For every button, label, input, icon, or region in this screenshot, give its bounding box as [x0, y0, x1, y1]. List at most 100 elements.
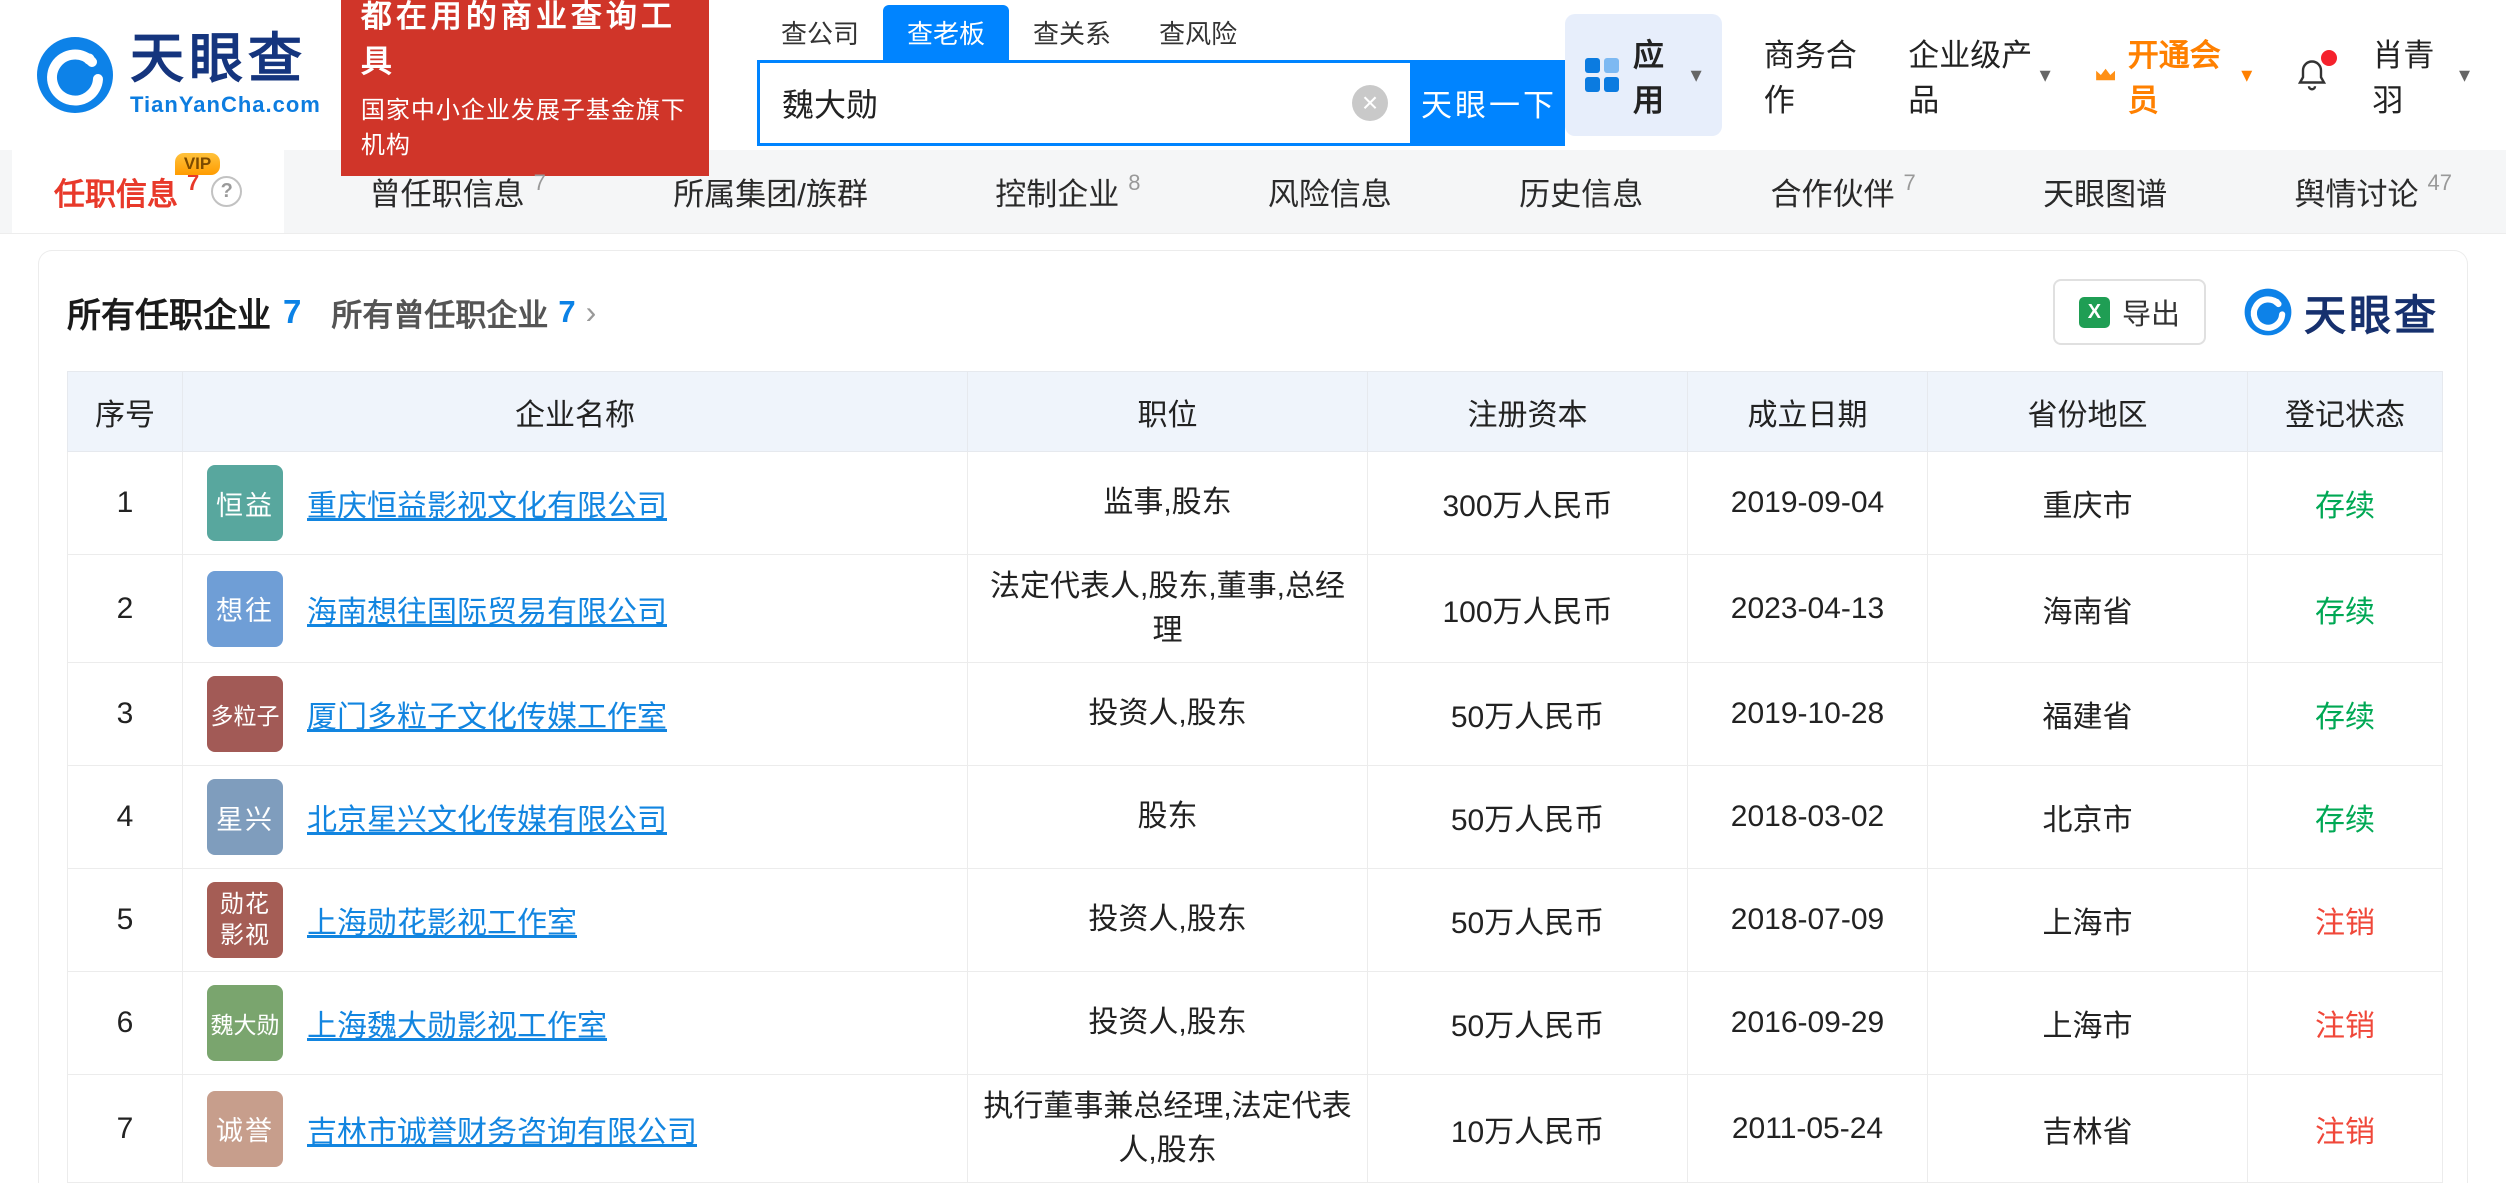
nav-tab-label: 任职信息: [54, 169, 178, 214]
status-badge: 注销: [2315, 907, 2375, 940]
watermark-logo: 天眼查: [2244, 282, 2439, 343]
region-cell: 北京市: [1928, 766, 2248, 869]
export-button[interactable]: X 导出: [2053, 279, 2206, 345]
nav-tab[interactable]: 控制企业 8: [953, 150, 1182, 233]
search-input[interactable]: [782, 84, 1352, 121]
status-badge: 注销: [2315, 1116, 2375, 1149]
search-box: × 天眼一下: [757, 60, 1565, 146]
nav-tab-count: 7: [534, 170, 546, 196]
top-bar: 天眼查 TianYanCha.com 都在用的商业查询工具 国家中小企业发展子基…: [0, 0, 2506, 150]
row-index-cell: 4: [68, 766, 183, 869]
search-tabs: 查公司查老板查关系查风险: [757, 5, 1565, 60]
position-cell: 投资人,股东: [968, 972, 1368, 1075]
table-row: 6魏大勋上海魏大勋影视工作室投资人,股东50万人民币2016-09-29上海市注…: [68, 972, 2443, 1075]
company-table: 序号企业名称职位注册资本成立日期省份地区登记状态 1恒益重庆恒益影视文化有限公司…: [67, 371, 2443, 1183]
status-cell: 注销: [2248, 1075, 2443, 1183]
open-vip-label: 开通会员: [2128, 30, 2226, 120]
vip-badge-icon: VIP: [175, 153, 220, 175]
search-button[interactable]: 天眼一下: [1413, 60, 1565, 146]
help-icon[interactable]: ?: [211, 176, 242, 207]
search-input-wrap: ×: [757, 60, 1413, 146]
status-badge: 存续: [2315, 596, 2375, 629]
region-cell: 上海市: [1928, 972, 2248, 1075]
company-wrap: 魏大勋上海魏大勋影视工作室: [207, 985, 959, 1061]
column-header: 序号: [68, 372, 183, 452]
table-row: 3多粒子厦门多粒子文化传媒工作室投资人,股东50万人民币2019-10-28福建…: [68, 663, 2443, 766]
company-link[interactable]: 重庆恒益影视文化有限公司: [307, 481, 667, 525]
nav-tab-label: 曾任职信息: [370, 169, 525, 214]
established-date-cell: 2011-05-24: [1688, 1075, 1928, 1183]
search-tab[interactable]: 查公司: [757, 5, 883, 60]
company-cell: 恒益重庆恒益影视文化有限公司: [183, 452, 968, 555]
nav-tab-label: 所属集团/族群: [673, 169, 868, 214]
open-vip-button[interactable]: 开通会员 ▾: [2093, 30, 2253, 120]
user-menu[interactable]: 肖青羽 ▾: [2372, 30, 2470, 120]
chevron-down-icon: ▾: [2459, 62, 2470, 88]
chevron-down-icon: ▾: [2040, 62, 2051, 88]
table-body: 1恒益重庆恒益影视文化有限公司监事,股东300万人民币2019-09-04重庆市…: [68, 452, 2443, 1183]
section-secondary-label: 所有曾任职企业: [331, 290, 548, 335]
nav-tab[interactable]: 天眼图谱: [2001, 150, 2209, 233]
status-cell: 注销: [2248, 869, 2443, 972]
chevron-right-icon: ›: [586, 294, 597, 331]
tianyancha-logo-icon: [36, 36, 114, 114]
company-link[interactable]: 吉林市诚誉财务咨询有限公司: [307, 1107, 697, 1151]
slogan-line1: 都在用的商业查询工具: [361, 0, 689, 81]
company-cell: 魏大勋上海魏大勋影视工作室: [183, 972, 968, 1075]
nav-tab-label: 天眼图谱: [2043, 169, 2167, 214]
watermark-text: 天眼查: [2304, 282, 2439, 343]
status-cell: 存续: [2248, 452, 2443, 555]
nav-tab-label: 控制企业: [995, 169, 1119, 214]
capital-cell: 100万人民币: [1368, 555, 1688, 663]
nav-tab[interactable]: 历史信息: [1477, 150, 1685, 233]
search-tab[interactable]: 查老板: [883, 5, 1009, 60]
row-index-cell: 2: [68, 555, 183, 663]
company-link[interactable]: 北京星兴文化传媒有限公司: [307, 795, 667, 839]
menu-enterprise-products[interactable]: 企业级产品 ▾: [1908, 30, 2050, 120]
row-index-cell: 5: [68, 869, 183, 972]
tianyancha-logo[interactable]: 天眼查 TianYanCha.com: [36, 32, 321, 118]
company-link[interactable]: 上海勋花影视工作室: [307, 898, 577, 942]
company-link[interactable]: 海南想往国际贸易有限公司: [307, 587, 667, 631]
menu-business-cooperation[interactable]: 商务合作: [1764, 30, 1867, 120]
nav-tab-count: 8: [1128, 170, 1140, 196]
table-row: 5勋花影视上海勋花影视工作室投资人,股东50万人民币2018-07-09上海市注…: [68, 869, 2443, 972]
capital-cell: 50万人民币: [1368, 663, 1688, 766]
company-wrap: 想往海南想往国际贸易有限公司: [207, 571, 959, 647]
company-link[interactable]: 上海魏大勋影视工作室: [307, 1001, 607, 1045]
established-date-cell: 2016-09-29: [1688, 972, 1928, 1075]
search-tab[interactable]: 查风险: [1135, 5, 1261, 60]
status-cell: 注销: [2248, 972, 2443, 1075]
company-wrap: 多粒子厦门多粒子文化传媒工作室: [207, 676, 959, 752]
search-tab[interactable]: 查关系: [1009, 5, 1135, 60]
capital-cell: 50万人民币: [1368, 766, 1688, 869]
nav-tab[interactable]: 舆情讨论47: [2253, 150, 2494, 233]
nav-tab[interactable]: 任职信息7VIP?: [12, 150, 284, 233]
section-title-count: 7: [283, 293, 301, 331]
apps-button[interactable]: 应用 ▾: [1565, 14, 1722, 136]
excel-icon: X: [2079, 297, 2110, 328]
notifications-button[interactable]: [2294, 57, 2330, 93]
apps-label: 应用: [1633, 30, 1671, 120]
column-header: 省份地区: [1928, 372, 2248, 452]
section-secondary-link[interactable]: 所有曾任职企业 7 ›: [331, 290, 596, 335]
position-cell: 股东: [968, 766, 1368, 869]
status-badge: 存续: [2315, 804, 2375, 837]
nav-tab[interactable]: 风险信息: [1226, 150, 1434, 233]
nav-tab[interactable]: 曾任职信息 7: [328, 150, 588, 233]
established-date-cell: 2018-07-09: [1688, 869, 1928, 972]
company-logo: 魏大勋: [207, 985, 283, 1061]
region-cell: 福建省: [1928, 663, 2248, 766]
nav-tab[interactable]: 所属集团/族群: [631, 150, 910, 233]
table-row: 4星兴北京星兴文化传媒有限公司股东50万人民币2018-03-02北京市存续: [68, 766, 2443, 869]
capital-cell: 10万人民币: [1368, 1075, 1688, 1183]
table-row: 7诚誉吉林市诚誉财务咨询有限公司执行董事兼总经理,法定代表人,股东10万人民币2…: [68, 1075, 2443, 1183]
status-badge: 存续: [2315, 701, 2375, 734]
nav-tab[interactable]: 合作伙伴7: [1729, 150, 1958, 233]
clear-search-icon[interactable]: ×: [1352, 85, 1388, 121]
position-cell: 法定代表人,股东,董事,总经理: [968, 555, 1368, 663]
top-right-menu: 应用 ▾ 商务合作 企业级产品 ▾ 开通会员 ▾ 肖青羽 ▾: [1565, 14, 2470, 136]
chevron-down-icon: ▾: [2241, 62, 2252, 88]
company-cell: 多粒子厦门多粒子文化传媒工作室: [183, 663, 968, 766]
company-link[interactable]: 厦门多粒子文化传媒工作室: [307, 692, 667, 736]
